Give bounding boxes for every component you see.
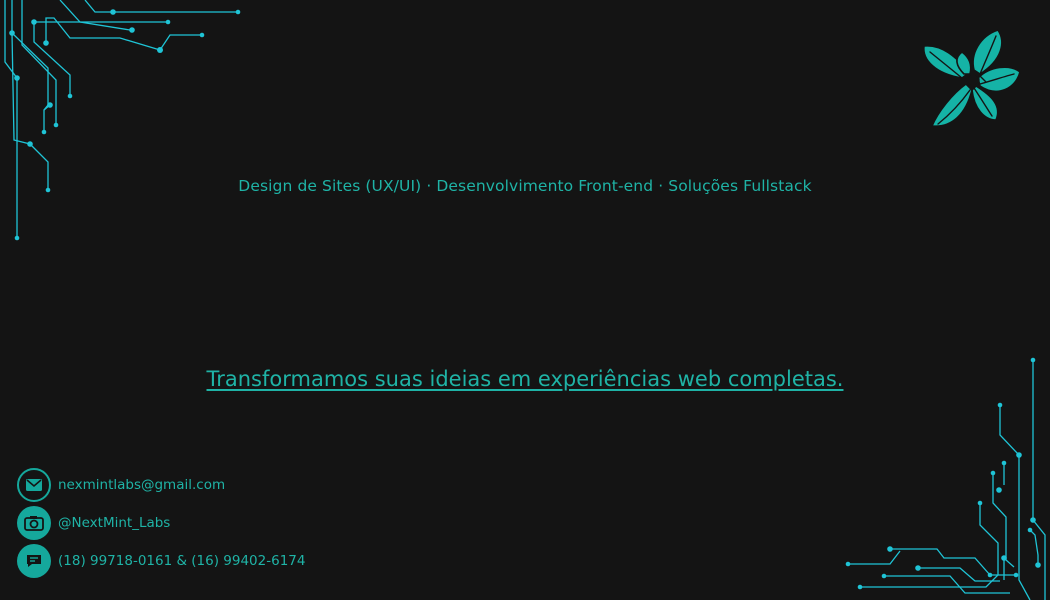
contact-instagram[interactable]: @NextMint_Labs (17, 506, 305, 540)
mint-leaf-icon (923, 29, 1021, 127)
headline: Transformamos suas ideias em experiência… (0, 367, 1050, 391)
contact-email[interactable]: nexmintlabs@gmail.com (17, 468, 305, 502)
phone-text: (18) 99718-0161 & (16) 99402-6174 (58, 553, 306, 569)
headline-link[interactable]: Transformamos suas ideias em experiência… (207, 367, 844, 391)
email-text: nexmintlabs@gmail.com (58, 477, 226, 493)
contact-list: nexmintlabs@gmail.com @NextMint_Labs (18… (17, 468, 305, 582)
services-text: Design de Sites (UX/UI) · Desenvolviment… (238, 177, 812, 195)
chat-icon (17, 544, 51, 578)
instagram-text: @NextMint_Labs (58, 515, 171, 531)
contact-phone[interactable]: (18) 99718-0161 & (16) 99402-6174 (17, 544, 305, 578)
circuit-decoration-top-left (4, 0, 241, 241)
mail-icon (17, 468, 51, 502)
camera-icon (17, 506, 51, 540)
circuit-decoration-bottom-right (845, 357, 1046, 600)
